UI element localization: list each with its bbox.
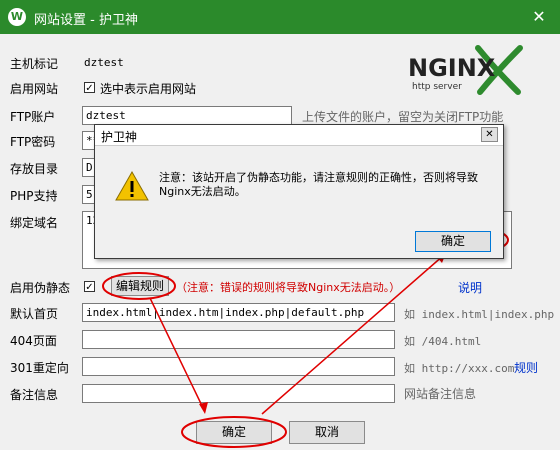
php-label: PHP支持 xyxy=(10,189,58,203)
pseudo-help-link[interactable]: 说明 xyxy=(458,279,482,296)
redirect-label: 301重定向 xyxy=(10,361,69,375)
app-logo-icon: W xyxy=(8,8,26,26)
nginx-logo-sub: http server xyxy=(412,82,462,92)
edit-rules-button[interactable]: 编辑规则 xyxy=(111,276,169,296)
warning-icon xyxy=(115,171,149,201)
host-label: 主机标记 xyxy=(10,57,59,71)
index-label: 默认首页 xyxy=(10,307,59,321)
ftp-user-label: FTP账户 xyxy=(10,110,56,124)
annotation-arrowhead-1 xyxy=(199,402,208,414)
nginx-logo-text: NGINX xyxy=(408,54,496,82)
page404-field[interactable] xyxy=(82,330,395,349)
pseudo-label: 启用伪静态 xyxy=(10,281,71,295)
alert-dialog: 护卫神 ✕ 注意：该站开启了伪静态功能，请注意规则的正确性，否则将导致Nginx… xyxy=(94,124,504,259)
domain-label: 绑定域名 xyxy=(10,216,59,230)
dialog-close-icon[interactable]: ✕ xyxy=(481,127,498,142)
dialog-message: 注意：该站开启了伪静态功能，请注意规则的正确性，否则将导致Nginx无法启动。 xyxy=(159,171,478,198)
index-field[interactable]: index.html|index.htm|index.php|default.p… xyxy=(82,303,395,322)
note-field[interactable] xyxy=(82,384,395,403)
redirect-hint: 如 http://xxx.com xyxy=(404,362,515,375)
ftp-pass-label: FTP密码 xyxy=(10,135,56,149)
nginx-logo: NGINX http server xyxy=(406,44,524,96)
enable-label: 启用网站 xyxy=(10,82,59,96)
dir-label: 存放目录 xyxy=(10,162,59,176)
ftp-user-hint: 上传文件的账户，留空为关闭FTP功能 xyxy=(302,110,504,124)
index-hint: 如 index.html|index.php xyxy=(404,308,555,321)
enable-checkbox[interactable]: ✓ xyxy=(84,82,95,94)
pseudo-checkbox[interactable]: ✓ xyxy=(84,281,95,293)
ok-button[interactable]: 确定 xyxy=(196,421,272,444)
redirect-rules-link[interactable]: 规则 xyxy=(514,359,538,376)
cancel-button[interactable]: 取消 xyxy=(289,421,365,444)
page404-label: 404页面 xyxy=(10,334,57,348)
host-value: dztest xyxy=(84,56,124,69)
dialog-title-bar: 护卫神 ✕ xyxy=(95,125,503,146)
ftp-user-field[interactable]: dztest xyxy=(82,106,292,125)
enable-checkbox-text: 选中表示启用网站 xyxy=(100,82,197,96)
title-bar: W 网站设置 - 护卫神 ✕ xyxy=(0,0,560,34)
note-hint: 网站备注信息 xyxy=(404,387,477,401)
dialog-title: 护卫神 xyxy=(101,130,138,144)
pseudo-warning: （注意：错误的规则将导致Nginx无法启动。） xyxy=(176,281,401,294)
dialog-ok-button[interactable]: 确定 xyxy=(415,231,491,252)
redirect-field[interactable] xyxy=(82,357,395,376)
note-label: 备注信息 xyxy=(10,388,59,402)
close-icon[interactable]: ✕ xyxy=(528,6,550,28)
window-title: 网站设置 - 护卫神 xyxy=(34,13,138,28)
page404-hint: 如 /404.html xyxy=(404,335,482,348)
